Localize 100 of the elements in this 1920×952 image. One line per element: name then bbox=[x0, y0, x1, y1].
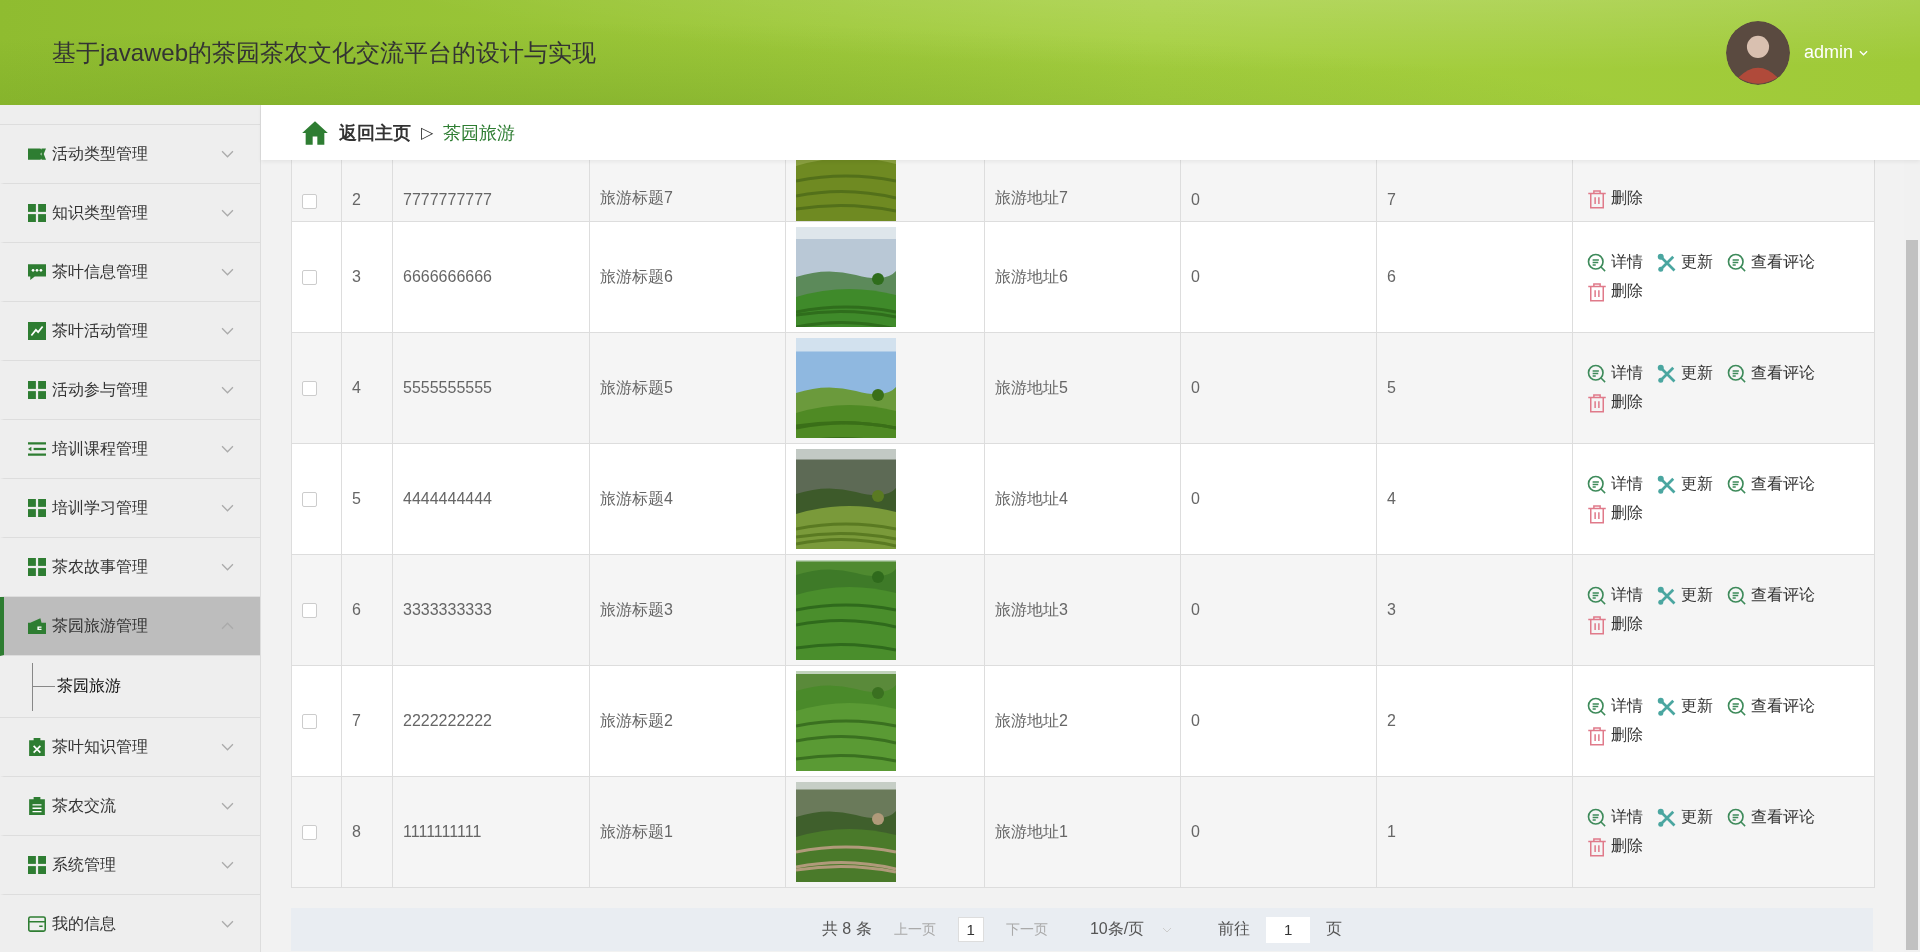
update-button[interactable]: 更新 bbox=[1657, 363, 1713, 384]
grid-icon bbox=[28, 381, 46, 399]
goto-label: 前往 bbox=[1218, 919, 1251, 939]
row-checkbox[interactable] bbox=[302, 602, 317, 618]
chevron-down-icon bbox=[221, 445, 234, 453]
menu-item[interactable]: 我的信息 bbox=[0, 895, 260, 952]
home-link[interactable]: 返回主页 bbox=[339, 120, 411, 145]
chart-icon bbox=[28, 322, 46, 340]
row-checkbox[interactable] bbox=[302, 269, 317, 285]
update-button[interactable]: 更新 bbox=[1657, 807, 1713, 828]
chevron-down-icon bbox=[221, 743, 234, 751]
chevron-down-icon bbox=[221, 802, 234, 810]
table-cell: 5555555555 bbox=[403, 379, 492, 397]
table-cell-text: 旅游地址1 bbox=[995, 821, 1068, 842]
menu-item[interactable]: 知识类型管理 bbox=[0, 184, 260, 243]
table-cell: 1 bbox=[1387, 823, 1396, 841]
menu-item[interactable]: 茶农交流 bbox=[0, 777, 260, 836]
table-cell-text: 旅游地址3 bbox=[995, 599, 1068, 620]
table-cell-text: 旅游地址7 bbox=[995, 188, 1068, 208]
magnifier-icon bbox=[1587, 696, 1607, 717]
delete-button[interactable]: 删除 bbox=[1587, 725, 1643, 746]
page-unit-label: 页 bbox=[1326, 919, 1343, 939]
table-cell: 5 bbox=[352, 490, 361, 508]
tools-icon bbox=[1657, 807, 1677, 828]
detail-button[interactable]: 详情 bbox=[1587, 807, 1643, 828]
magnifier-icon bbox=[1587, 474, 1607, 495]
row-checkbox[interactable] bbox=[302, 713, 317, 729]
table-cell: 6 bbox=[1387, 268, 1396, 286]
detail-button[interactable]: 详情 bbox=[1587, 474, 1643, 495]
table-cell-text: 旅游标题3 bbox=[600, 599, 673, 620]
chevron-down-icon bbox=[221, 920, 234, 928]
table-cell: 2 bbox=[1387, 712, 1396, 730]
home-icon[interactable] bbox=[301, 119, 329, 146]
detail-button[interactable]: 查看评论 bbox=[1727, 252, 1815, 273]
row-checkbox[interactable] bbox=[302, 380, 317, 396]
row-checkbox[interactable] bbox=[302, 824, 317, 840]
magnifier-icon bbox=[1587, 252, 1607, 273]
grid-icon bbox=[28, 499, 46, 517]
delete-button[interactable]: 删除 bbox=[1587, 392, 1643, 413]
chevron-down-icon bbox=[221, 268, 234, 276]
delete-button[interactable]: 删除 bbox=[1587, 614, 1643, 635]
update-button[interactable]: 更新 bbox=[1657, 474, 1713, 495]
delete-button[interactable]: 删除 bbox=[1587, 281, 1643, 302]
clipboard-icon bbox=[28, 738, 46, 756]
detail-button[interactable]: 详情 bbox=[1587, 585, 1643, 606]
detail-button[interactable]: 详情 bbox=[1587, 252, 1643, 273]
row-checkbox[interactable] bbox=[302, 491, 317, 507]
detail-button[interactable]: 查看评论 bbox=[1727, 585, 1815, 606]
scrollbar-thumb[interactable] bbox=[1906, 240, 1918, 950]
breadcrumb-separator: ▷ bbox=[421, 123, 434, 142]
menu-item[interactable]: 培训课程管理 bbox=[0, 420, 260, 479]
menu-item[interactable]: 茶园旅游管理 bbox=[0, 597, 260, 656]
detail-button[interactable]: 查看评论 bbox=[1727, 363, 1815, 384]
tools-icon bbox=[1657, 252, 1677, 273]
table-cell: 8 bbox=[352, 823, 361, 841]
menu-item[interactable]: 活动参与管理 bbox=[0, 361, 260, 420]
table-cell: 7 bbox=[1387, 191, 1396, 209]
menu-item[interactable]: 系统管理 bbox=[0, 836, 260, 895]
menu-item[interactable]: 茶叶信息管理 bbox=[0, 243, 260, 302]
wallet-icon bbox=[28, 617, 46, 635]
avatar[interactable] bbox=[1725, 20, 1790, 85]
table-cell-text: 旅游标题2 bbox=[600, 710, 673, 731]
tools-icon bbox=[1657, 363, 1677, 384]
table-cell: 5 bbox=[1387, 379, 1396, 397]
delete-button[interactable]: 删除 bbox=[1587, 503, 1643, 524]
detail-button[interactable]: 详情 bbox=[1587, 363, 1643, 384]
goto-page-field[interactable]: 1 bbox=[1266, 916, 1311, 943]
update-button[interactable]: 更新 bbox=[1657, 252, 1713, 273]
ticket-icon bbox=[28, 145, 46, 163]
table-cell-text: 旅游标题1 bbox=[600, 821, 673, 842]
table-cell-text: 旅游标题5 bbox=[600, 377, 673, 398]
table-cell: 6 bbox=[352, 601, 361, 619]
menu-item[interactable]: 活动类型管理 bbox=[0, 125, 260, 184]
page-number[interactable]: 1 bbox=[957, 917, 984, 942]
table-cell: 6666666666 bbox=[403, 268, 492, 286]
row-checkbox[interactable] bbox=[302, 194, 317, 209]
table-cell: 3 bbox=[1387, 601, 1396, 619]
table-cell-text: 旅游标题6 bbox=[600, 266, 673, 287]
menu-item[interactable]: 茶叶知识管理 bbox=[0, 718, 260, 777]
detail-button[interactable]: 查看评论 bbox=[1727, 807, 1815, 828]
menu-item[interactable]: 培训学习管理 bbox=[0, 479, 260, 538]
table-cell: 4 bbox=[352, 379, 361, 397]
detail-button[interactable]: 详情 bbox=[1587, 696, 1643, 717]
table-cell-text: 旅游标题7 bbox=[600, 188, 673, 208]
chevron-down-icon bbox=[221, 563, 234, 571]
detail-button[interactable]: 查看评论 bbox=[1727, 696, 1815, 717]
tools-icon bbox=[1657, 696, 1677, 717]
update-button[interactable]: 更新 bbox=[1657, 585, 1713, 606]
delete-button[interactable]: 删除 bbox=[1587, 188, 1643, 209]
page-size-select[interactable]: 10条/页 bbox=[1089, 919, 1173, 940]
chevron-down-icon bbox=[221, 861, 234, 869]
menu-item[interactable]: 茶叶活动管理 bbox=[0, 302, 260, 361]
update-button[interactable]: 更新 bbox=[1657, 696, 1713, 717]
table-cell: 2 bbox=[352, 191, 361, 209]
submenu-item[interactable]: 茶园旅游 bbox=[32, 662, 121, 711]
grid-icon bbox=[28, 558, 46, 576]
chat-icon bbox=[28, 263, 46, 281]
delete-button[interactable]: 删除 bbox=[1587, 836, 1643, 857]
magnifier-icon bbox=[1727, 585, 1747, 606]
detail-button[interactable]: 查看评论 bbox=[1727, 474, 1815, 495]
